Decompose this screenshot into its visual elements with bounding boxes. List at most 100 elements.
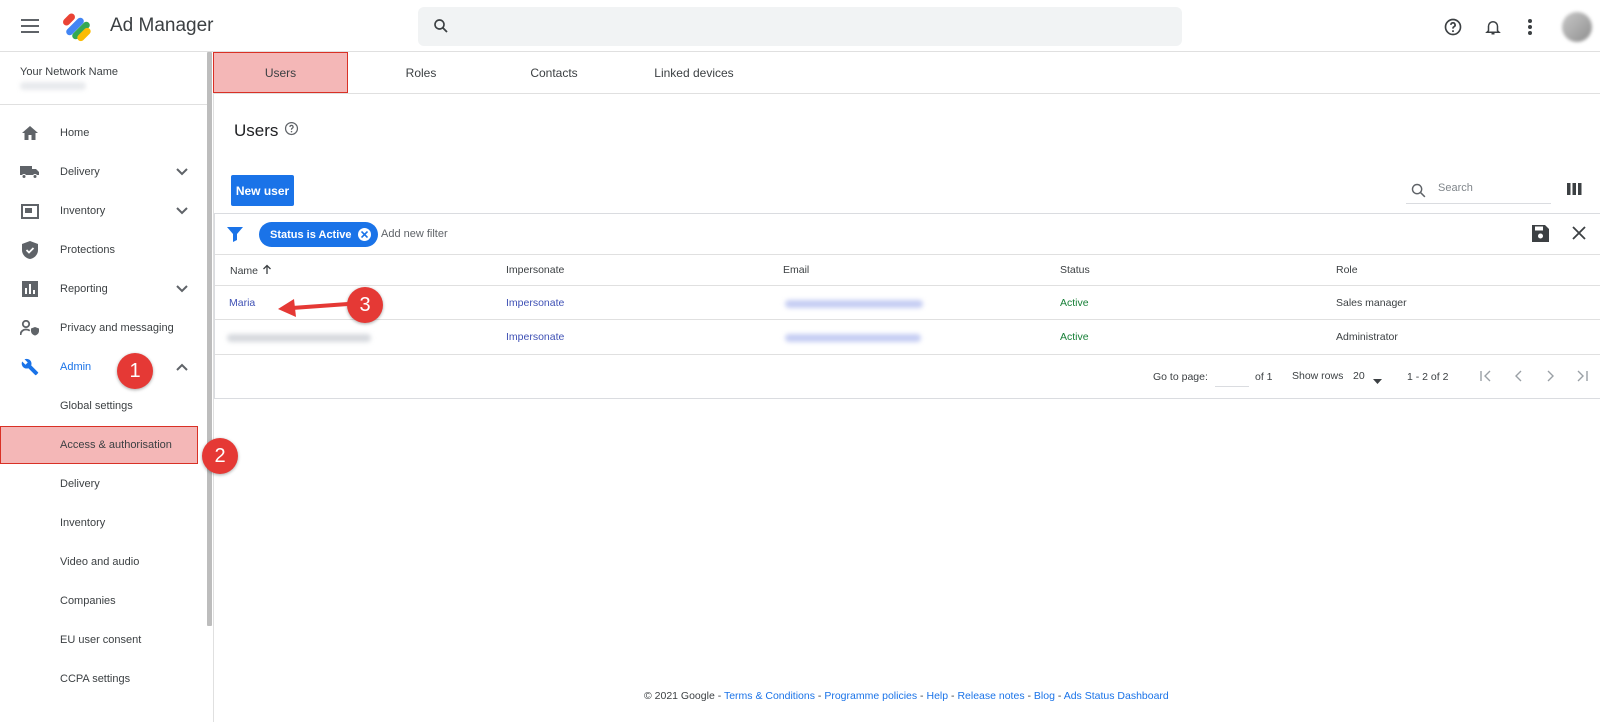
sidebar-item-home[interactable]: Home [0,114,206,152]
arrow-up-icon [262,264,272,278]
footer-link-programme-policies[interactable]: Programme policies [824,690,917,702]
privacy-user-icon [20,318,40,338]
tab-roles[interactable]: Roles [364,52,478,93]
status-filter-chip[interactable]: Status is Active [259,222,378,247]
close-icon[interactable] [1571,225,1587,246]
close-circle-icon[interactable] [357,228,371,241]
chevron-down-icon[interactable] [174,164,190,180]
caret-down-icon[interactable] [1373,375,1382,387]
tab-users[interactable]: Users [213,52,348,93]
first-page-icon[interactable] [1477,367,1495,385]
global-search-bar[interactable] [418,7,1182,46]
sidebar-subitem-inventory[interactable]: Inventory [0,504,206,542]
sidebar-subitem-access-authorisation[interactable]: Access & authorisation [0,426,198,464]
show-rows-label: Show rows [1292,370,1344,382]
page-number-input[interactable] [1215,367,1249,387]
save-icon[interactable] [1532,225,1549,247]
add-new-filter[interactable]: Add new filter [381,228,448,240]
footer-link-terms[interactable]: Terms & Conditions [724,690,815,702]
tab-linked-devices[interactable]: Linked devices [624,52,764,93]
rows-per-page-select[interactable]: 20 [1353,370,1365,382]
sidebar-item-label: Reporting [60,283,108,295]
sidebar-subitem-video-and-audio[interactable]: Video and audio [0,543,206,581]
help-circle-icon[interactable] [284,121,299,141]
footer-link-blog[interactable]: Blog [1034,690,1055,702]
filter-icon[interactable] [227,226,243,247]
footer-link-release-notes[interactable]: Release notes [957,690,1024,702]
column-header-role[interactable]: Role [1336,264,1358,276]
sidebar-divider [0,104,210,105]
footer-link-ads-status-dashboard[interactable]: Ads Status Dashboard [1064,690,1169,702]
table-search[interactable] [1406,178,1551,204]
column-header-name[interactable]: Name [230,264,272,278]
role-value: Administrator [1336,331,1398,343]
impersonate-link[interactable]: Impersonate [506,331,564,343]
page-title: Users [234,121,279,140]
page-title-container: Users [234,121,299,141]
table-row[interactable]: Impersonate Active Administrator [215,319,1600,353]
filter-bar: Status is Active Add new filter [215,214,1600,255]
sidebar: Your Network Name Home Delivery Inventor… [0,52,214,722]
more-vert-icon[interactable] [1518,15,1542,39]
sidebar-item-label: Inventory [60,205,106,217]
top-app-bar: Ad Manager [0,0,1600,52]
sidebar-item-label: Privacy and messaging [60,322,174,334]
network-id-redacted [20,82,86,90]
sidebar-item-label: Admin [60,361,92,373]
user-name-link[interactable]: Maria [229,297,255,309]
role-value: Sales manager [1336,297,1407,309]
table-row[interactable]: Maria Impersonate Active Sales manager [215,285,1600,319]
column-header-label: Name [230,265,259,277]
footer: © 2021 Google - Terms & Conditions - Pro… [644,690,1169,702]
sidebar-subitem-global-settings[interactable]: Global settings [0,387,206,425]
search-input[interactable] [1438,182,1548,194]
impersonate-link[interactable]: Impersonate [506,297,564,309]
help-icon[interactable] [1441,15,1465,39]
sidebar-item-protections[interactable]: Protections [0,231,206,269]
sidebar-item-delivery[interactable]: Delivery [0,153,206,191]
notifications-bell-icon[interactable] [1481,15,1505,39]
sidebar-subitem-label: CCPA settings [60,673,131,685]
sidebar-subitem-ccpa-settings[interactable]: CCPA settings [0,660,206,698]
previous-page-icon[interactable] [1509,367,1527,385]
tab-bar: Users Roles Contacts Linked devices [213,52,1600,94]
sidebar-subitem-label: Delivery [60,478,100,490]
ad-manager-logo[interactable] [62,10,96,42]
tab-contacts[interactable]: Contacts [497,52,611,93]
new-user-button[interactable]: New user [231,175,294,206]
users-table-card: Status is Active Add new filter Name Imp… [214,213,1600,399]
chevron-down-icon[interactable] [174,203,190,219]
sidebar-item-inventory[interactable]: Inventory [0,192,206,230]
name-redacted[interactable] [227,334,371,342]
home-icon [20,123,40,143]
sidebar-subitem-eu-user-consent[interactable]: EU user consent [0,621,206,659]
status-value: Active [1060,297,1089,309]
sidebar-subitem-label: Global settings [60,400,133,412]
hamburger-menu-icon[interactable] [18,14,42,38]
annotation-badge-3: 3 [347,287,383,323]
sidebar-scrollbar[interactable] [207,52,212,626]
filter-chip-label: Status is Active [270,228,352,241]
sidebar-subitem-companies[interactable]: Companies [0,582,206,620]
column-header-impersonate[interactable]: Impersonate [506,264,564,276]
sidebar-subitem-delivery[interactable]: Delivery [0,465,206,503]
sidebar-item-reporting[interactable]: Reporting [0,270,206,308]
search-icon [1410,182,1427,204]
sidebar-item-admin[interactable]: Admin [0,348,206,386]
column-picker-icon[interactable] [1567,182,1582,200]
user-avatar[interactable] [1562,12,1592,42]
copyright-text: © 2021 Google [644,690,715,702]
pagination-range: 1 - 2 of 2 [1407,371,1449,383]
next-page-icon[interactable] [1542,367,1560,385]
sidebar-item-label: Delivery [60,166,100,178]
column-header-status[interactable]: Status [1060,264,1090,276]
sidebar-item-privacy-and-messaging[interactable]: Privacy and messaging [0,309,206,347]
network-name[interactable]: Your Network Name [20,66,118,78]
last-page-icon[interactable] [1573,367,1591,385]
chevron-down-icon[interactable] [174,281,190,297]
truck-icon [20,162,40,182]
chevron-up-icon[interactable] [174,359,190,375]
annotation-arrow [278,299,350,317]
footer-link-help[interactable]: Help [926,690,948,702]
column-header-email[interactable]: Email [783,264,809,276]
